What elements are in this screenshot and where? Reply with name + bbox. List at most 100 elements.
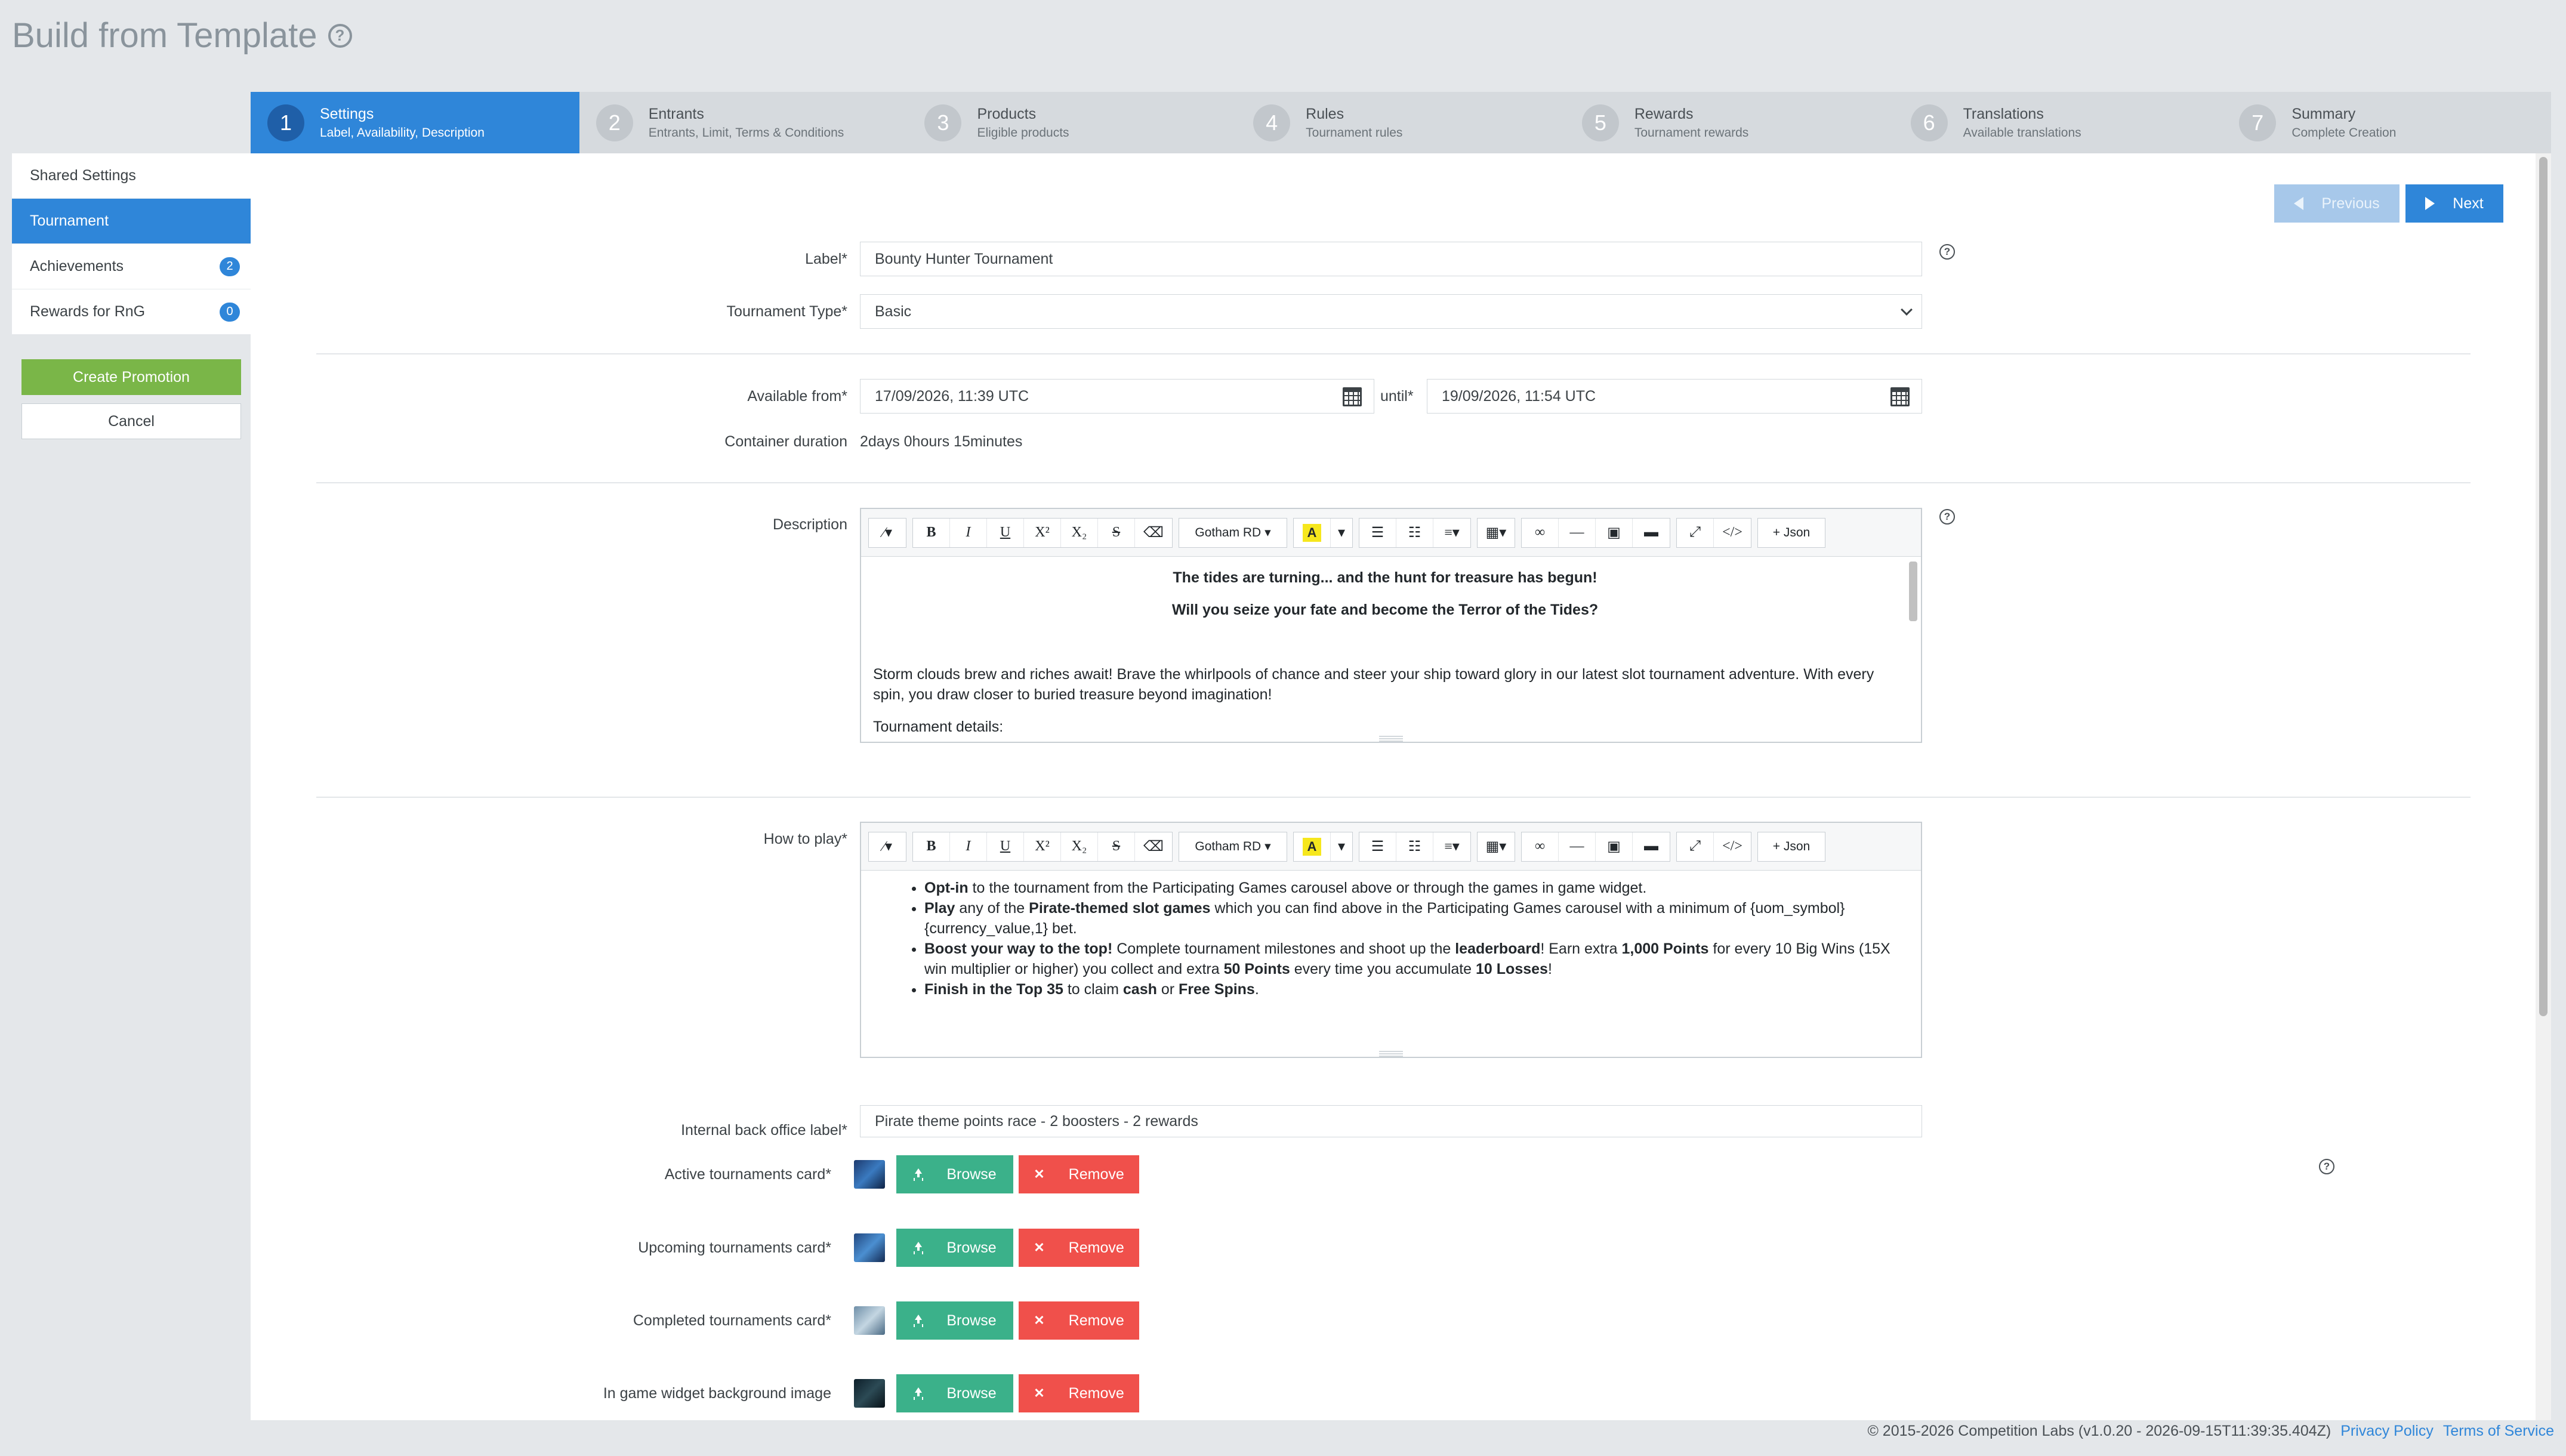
fullscreen-icon[interactable]: ⤢ bbox=[1677, 832, 1714, 861]
help-icon[interactable]: ? bbox=[328, 23, 352, 48]
step-subtitle: Tournament rewards bbox=[1634, 125, 1749, 140]
code-view-icon[interactable]: </> bbox=[1714, 832, 1751, 861]
table-icon[interactable]: ▦▾ bbox=[1478, 519, 1515, 547]
strikethrough-icon[interactable]: S bbox=[1098, 832, 1135, 861]
help-icon[interactable]: ? bbox=[1939, 509, 1955, 525]
insert-json-button[interactable]: + Json bbox=[1758, 519, 1825, 547]
subscript-icon[interactable]: X₂ bbox=[1061, 518, 1098, 547]
step-title: Summary bbox=[2291, 105, 2356, 122]
how-to-play-content[interactable]: Opt-in to the tournament from the Partic… bbox=[861, 871, 1921, 1057]
italic-icon[interactable]: I bbox=[950, 518, 987, 547]
image-field-label: Completed tournaments card* bbox=[633, 1312, 831, 1329]
scrollbar-thumb[interactable] bbox=[2539, 157, 2548, 1016]
step-translations[interactable]: 6 Translations Available translations bbox=[1894, 92, 2223, 153]
ordered-list-icon[interactable]: ☷ bbox=[1396, 518, 1433, 547]
create-promotion-button[interactable]: Create Promotion bbox=[21, 359, 241, 395]
remove-button[interactable]: ✕ Remove bbox=[1019, 1301, 1139, 1340]
strikethrough-icon[interactable]: S bbox=[1098, 518, 1135, 547]
eraser-icon[interactable]: ⌫ bbox=[1135, 519, 1172, 547]
unordered-list-icon[interactable]: ☰ bbox=[1359, 518, 1396, 547]
underline-icon[interactable]: U bbox=[987, 832, 1024, 861]
available-until-input[interactable]: 19/09/2026, 11:54 UTC bbox=[1427, 379, 1922, 414]
font-family-dropdown[interactable]: Gotham RD ▾ bbox=[1179, 832, 1287, 861]
resize-handle[interactable] bbox=[1379, 735, 1403, 742]
sidebar-item-rewards-rng[interactable]: Rewards for RnG 0 bbox=[12, 289, 251, 335]
chevron-down-icon[interactable]: ▾ bbox=[1331, 832, 1352, 861]
bold-icon[interactable]: B bbox=[913, 518, 950, 547]
step-summary[interactable]: 7 Summary Complete Creation bbox=[2222, 92, 2551, 153]
description-content[interactable]: The tides are turning... and the hunt fo… bbox=[861, 557, 1921, 742]
step-settings[interactable]: 1 Settings Label, Availability, Descripti… bbox=[251, 92, 579, 153]
superscript-icon[interactable]: X² bbox=[1024, 518, 1061, 547]
sidebar-item-shared-settings[interactable]: Shared Settings bbox=[12, 153, 251, 199]
browse-button[interactable]: Browse bbox=[896, 1374, 1013, 1412]
underline-icon[interactable]: U bbox=[987, 518, 1024, 547]
eraser-icon[interactable]: ⌫ bbox=[1135, 832, 1172, 861]
superscript-icon[interactable]: X² bbox=[1024, 832, 1061, 861]
internal-label-input[interactable]: Pirate theme points race - 2 boosters - … bbox=[860, 1105, 1922, 1137]
italic-icon[interactable]: I bbox=[950, 832, 987, 861]
image-icon[interactable]: ▣ bbox=[1596, 832, 1633, 861]
chevron-down-icon[interactable]: ▾ bbox=[1331, 519, 1352, 547]
font-family-dropdown[interactable]: Gotham RD ▾ bbox=[1179, 519, 1287, 547]
browse-button[interactable]: Browse bbox=[896, 1301, 1013, 1340]
table-icon[interactable]: ▦▾ bbox=[1478, 832, 1515, 861]
horizontal-rule-icon[interactable]: — bbox=[1559, 832, 1596, 861]
description-editor[interactable]: ⁄▾ B I U X² X₂ S ⌫ Gotham RD ▾ A ▾ ☰ ☷ ≡▾… bbox=[860, 508, 1922, 743]
privacy-policy-link[interactable]: Privacy Policy bbox=[2340, 1423, 2434, 1440]
available-until-value: 19/09/2026, 11:54 UTC bbox=[1442, 387, 1596, 405]
calendar-icon[interactable] bbox=[1343, 387, 1362, 406]
step-rewards[interactable]: 5 Rewards Tournament rewards bbox=[1565, 92, 1894, 153]
remove-button[interactable]: ✕ Remove bbox=[1019, 1374, 1139, 1412]
insert-json-button[interactable]: + Json bbox=[1758, 832, 1825, 861]
help-icon[interactable]: ? bbox=[1939, 244, 1955, 260]
bold-icon[interactable]: B bbox=[913, 832, 950, 861]
magic-wand-icon[interactable]: ⁄▾ bbox=[869, 832, 906, 861]
remove-button[interactable]: ✕ Remove bbox=[1019, 1229, 1139, 1267]
video-icon[interactable]: ▬ bbox=[1633, 832, 1670, 861]
tournament-type-label: Tournament Type* bbox=[726, 303, 847, 320]
step-subtitle: Complete Creation bbox=[2291, 125, 2397, 140]
step-products[interactable]: 3 Products Eligible products bbox=[908, 92, 1236, 153]
terms-of-service-link[interactable]: Terms of Service bbox=[2443, 1423, 2554, 1440]
tournament-type-select[interactable]: Basic bbox=[860, 294, 1922, 329]
sidebar-item-achievements[interactable]: Achievements 2 bbox=[12, 244, 251, 289]
list-item: Finish in the Top 35 to claim cash or Fr… bbox=[924, 979, 1897, 1000]
next-button[interactable]: Next bbox=[2405, 184, 2503, 223]
browse-button[interactable]: Browse bbox=[896, 1229, 1013, 1267]
help-icon[interactable]: ? bbox=[2319, 1159, 2334, 1174]
count-badge: 0 bbox=[220, 302, 240, 322]
subscript-icon[interactable]: X₂ bbox=[1061, 832, 1098, 861]
step-subtitle: Tournament rules bbox=[1306, 125, 1403, 140]
ordered-list-icon[interactable]: ☷ bbox=[1396, 832, 1433, 861]
step-entrants[interactable]: 2 Entrants Entrants, Limit, Terms & Condi… bbox=[579, 92, 908, 153]
video-icon[interactable]: ▬ bbox=[1633, 519, 1670, 547]
code-view-icon[interactable]: </> bbox=[1714, 519, 1751, 547]
link-icon[interactable]: ∞ bbox=[1522, 832, 1559, 861]
resize-handle[interactable] bbox=[1379, 1050, 1403, 1057]
page-scrollbar[interactable] bbox=[2536, 153, 2551, 1420]
align-icon[interactable]: ≡▾ bbox=[1433, 519, 1470, 547]
step-title: Settings bbox=[320, 105, 374, 122]
description-line-1: The tides are turning... and the hunt fo… bbox=[1173, 569, 1597, 586]
highlight-color-icon[interactable]: A bbox=[1294, 518, 1331, 547]
sidebar-item-tournament[interactable]: Tournament bbox=[12, 199, 251, 244]
unordered-list-icon[interactable]: ☰ bbox=[1359, 832, 1396, 861]
link-icon[interactable]: ∞ bbox=[1522, 518, 1559, 547]
available-from-input[interactable]: 17/09/2026, 11:39 UTC bbox=[860, 379, 1374, 414]
align-icon[interactable]: ≡▾ bbox=[1433, 832, 1470, 861]
fullscreen-icon[interactable]: ⤢ bbox=[1677, 518, 1714, 547]
previous-button[interactable]: Previous bbox=[2274, 184, 2400, 223]
cancel-button[interactable]: Cancel bbox=[21, 403, 241, 439]
remove-button[interactable]: ✕ Remove bbox=[1019, 1155, 1139, 1193]
label-input[interactable]: Bounty Hunter Tournament bbox=[860, 242, 1922, 276]
calendar-icon[interactable] bbox=[1890, 387, 1910, 406]
step-rules[interactable]: 4 Rules Tournament rules bbox=[1236, 92, 1565, 153]
image-icon[interactable]: ▣ bbox=[1596, 518, 1633, 547]
highlight-color-icon[interactable]: A bbox=[1294, 832, 1331, 861]
editor-scrollbar[interactable] bbox=[1909, 562, 1917, 621]
browse-button[interactable]: Browse bbox=[896, 1155, 1013, 1193]
how-to-play-editor[interactable]: ⁄▾ B I U X² X₂ S ⌫ Gotham RD ▾ A ▾ ☰ ☷ ≡▾… bbox=[860, 822, 1922, 1058]
horizontal-rule-icon[interactable]: — bbox=[1559, 518, 1596, 547]
magic-wand-icon[interactable]: ⁄▾ bbox=[869, 519, 906, 547]
